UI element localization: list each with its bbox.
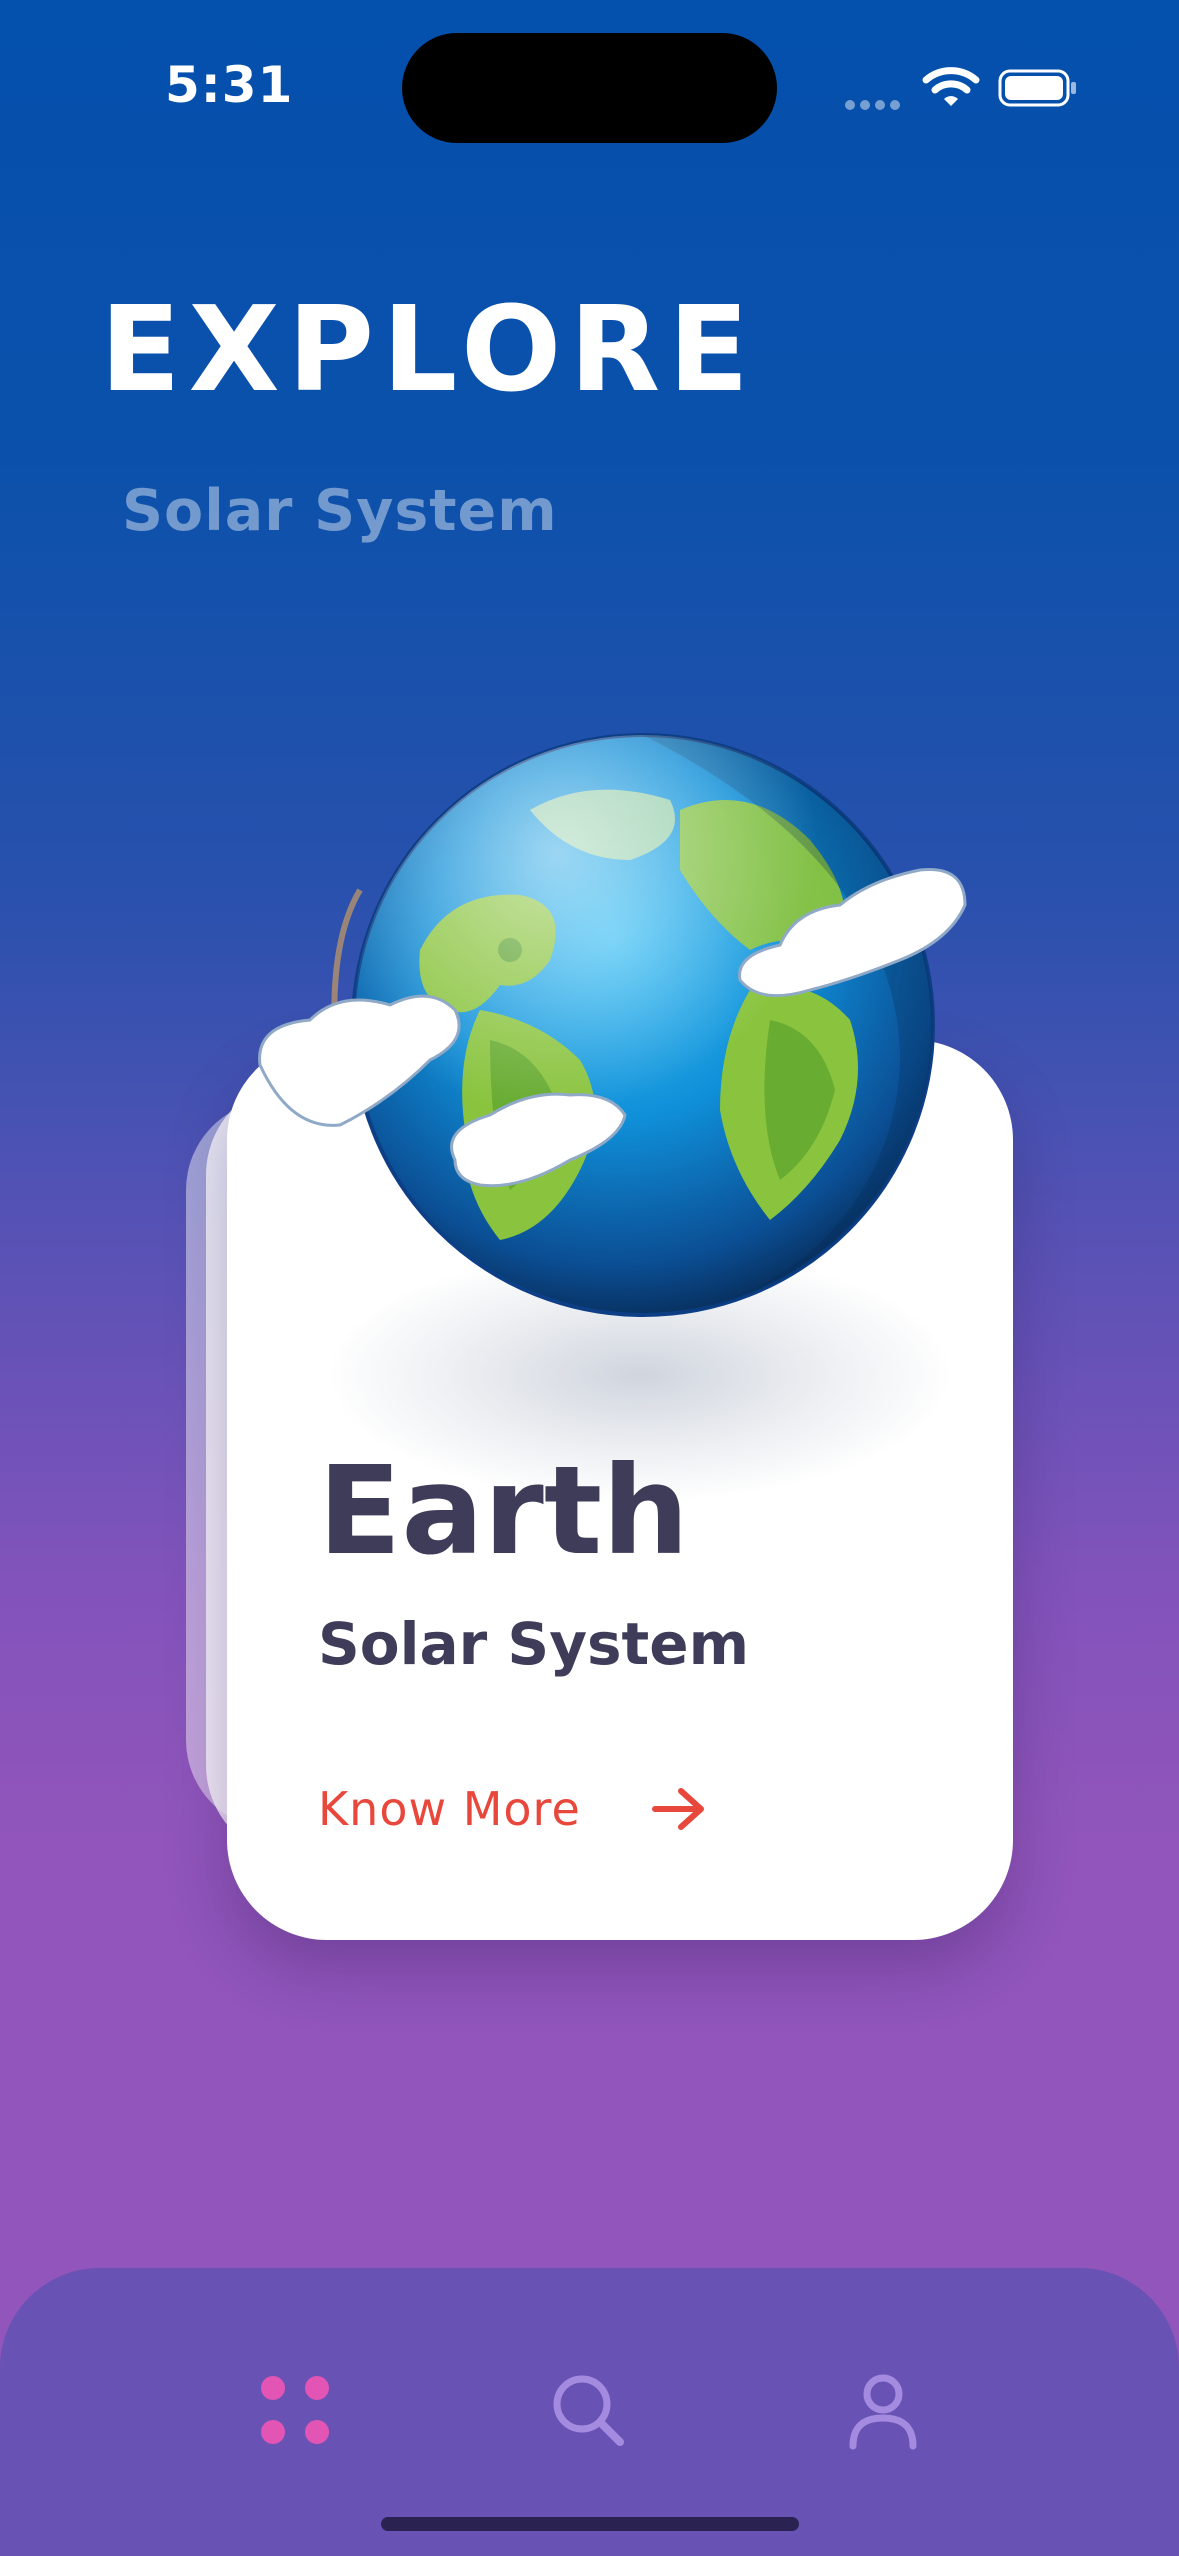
cellular-signal-icon: [845, 95, 905, 110]
planet-name: Earth: [318, 1440, 690, 1582]
dynamic-island: [402, 33, 777, 143]
wifi-icon: [922, 67, 980, 106]
arrow-right-icon: [651, 1788, 704, 1830]
know-more-button[interactable]: Know More: [318, 1782, 707, 1836]
planet-system-label: Solar System: [318, 1610, 750, 1678]
home-indicator: [381, 2517, 799, 2531]
know-more-label: Know More: [318, 1782, 581, 1836]
grid-dots-icon[interactable]: [255, 2370, 335, 2450]
search-icon[interactable]: [548, 2370, 628, 2450]
page-subtitle: Solar System: [122, 478, 558, 544]
profile-icon[interactable]: [843, 2370, 923, 2450]
status-time: 5:31: [165, 56, 294, 114]
page-title: EXPLORE: [100, 280, 757, 418]
battery-icon: [998, 69, 1076, 107]
earth-illustration: [258, 733, 967, 1317]
